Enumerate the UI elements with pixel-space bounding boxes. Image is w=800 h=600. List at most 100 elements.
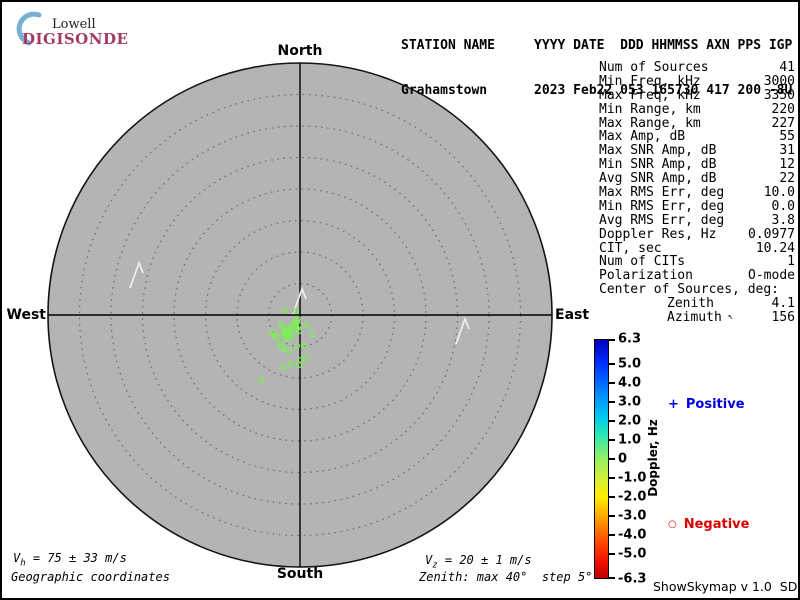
colorbar-tick — [609, 400, 615, 403]
parameter-label: Doppler Res, Hz — [599, 226, 717, 242]
parameter-row: Max Freq, kHz 3350 — [599, 87, 795, 103]
colorbar-tick-label: -3.0 — [618, 508, 647, 524]
parameter-row: Avg SNR Amp, dB 22 — [599, 172, 795, 186]
parameter-label: Zenith — [667, 296, 714, 312]
colorbar-tick-label: 2.0 — [618, 413, 642, 429]
parameter-value: 1 — [787, 254, 795, 270]
parameter-row: Doppler Res, Hz 0.0977 — [599, 226, 795, 242]
parameter-value: 10.0 — [763, 185, 795, 201]
parameter-label: CIT, sec — [599, 240, 662, 256]
colorbar-tick-label: -5.0 — [618, 546, 647, 562]
parameter-label: Azimuth — [667, 310, 722, 326]
colorbar-tick — [609, 438, 615, 441]
parameter-row: Min Range, km 220 — [599, 101, 795, 117]
compass-label-south: South — [276, 566, 324, 582]
parameter-value: 22 — [779, 171, 795, 187]
colorbar-tick-label: 5.0 — [618, 356, 642, 372]
parameter-label: Max Range, km — [599, 115, 701, 131]
colorbar-tick-label: -6.3 — [618, 571, 647, 587]
parameter-value: 55 — [779, 129, 795, 145]
vertical-velocity-readout: Vz = 20 ± 1 m/s — [425, 553, 532, 570]
parameter-value: 12 — [779, 157, 795, 173]
colorbar-tick — [609, 553, 615, 556]
parameter-row: Num of Sources 41 — [599, 61, 795, 75]
positive-label: Positive — [685, 397, 745, 412]
positive-doppler-legend: + Positive — [668, 397, 745, 412]
colorbar-gradient — [594, 339, 609, 579]
colorbar-tick — [609, 477, 615, 480]
parameter-value: 156 — [771, 310, 795, 326]
parameter-label: Num of Sources — [599, 60, 709, 75]
zenith-range-note: Zenith: max 40° step 5° — [419, 570, 593, 584]
parameter-label: Center of Sources, deg: — [599, 282, 780, 298]
vz-value: = 20 ± 1 m/s — [437, 553, 532, 567]
colorbar-tick — [609, 577, 615, 579]
colorbar-tick — [609, 339, 615, 341]
colorbar-tick-label: 1.0 — [618, 432, 642, 448]
parameter-row: Zenith 4.1 — [599, 297, 795, 311]
parameter-row: CIT, sec 10.24 — [599, 240, 795, 256]
version-text: ShowSkymap v 1.0 SD v 5.1 — [653, 579, 798, 594]
colorbar-tick-label: -2.0 — [618, 489, 647, 505]
parameter-label: Max Freq, kHz — [599, 87, 701, 103]
parameter-row: Min RMS Err, deg 0.0 — [599, 200, 795, 214]
colorbar-tick — [609, 419, 615, 422]
parameter-row: Center of Sources, deg: — [599, 283, 795, 297]
parameter-row: Min Freq, kHz 3000 — [599, 73, 795, 89]
compass-label-north: North — [277, 43, 323, 59]
parameter-label: Min Freq, kHz — [599, 73, 701, 89]
parameter-row: Max RMS Err, deg 10.0 — [599, 186, 795, 200]
parameter-panel: Num of Sources 41 Min Freq, kHz 3000 Max Fre… — [599, 61, 795, 325]
parameter-label: Min SNR Amp, dB — [599, 157, 717, 173]
parameter-value: 3000 — [763, 73, 795, 89]
parameter-label: Max Amp, dB — [599, 129, 686, 145]
circle-marker-icon: ○ — [668, 519, 677, 530]
plus-marker-icon: + — [668, 397, 679, 412]
parameter-value: 3.8 — [771, 212, 795, 228]
colorbar-axis-label: Doppler, Hz — [646, 419, 660, 497]
colorbar-tick — [609, 496, 615, 499]
parameter-value: 0.0 — [771, 198, 795, 214]
colorbar-tick-label: -1.0 — [618, 470, 647, 486]
colorbar-tick-label: 4.0 — [618, 375, 642, 391]
parameter-value: 220 — [771, 101, 795, 117]
parameter-row: Max Range, km 227 — [599, 115, 795, 131]
negative-label: Negative — [683, 517, 750, 532]
parameter-label: Avg SNR Amp, dB — [599, 171, 717, 187]
colorbar-tick-label: 0 — [618, 451, 628, 467]
parameter-value: 3350 — [763, 87, 795, 103]
parameter-row: Max Amp, dB 55 — [599, 130, 795, 144]
parameter-label: Min RMS Err, deg — [599, 198, 725, 214]
compass-label-east: East — [555, 307, 590, 323]
parameter-label: Max RMS Err, deg — [599, 185, 725, 201]
parameter-row: Azimuth ↖ 156 — [599, 311, 795, 325]
colorbar-tick-label: 3.0 — [618, 394, 642, 410]
parameter-row: Avg RMS Err, deg 3.8 — [599, 212, 795, 228]
parameter-value: 0.0977 — [748, 226, 795, 242]
vh-value: = 75 ± 33 m/s — [25, 551, 127, 565]
negative-doppler-legend: ○ Negative — [668, 517, 749, 532]
horizontal-velocity-readout: Vh = 75 ± 33 m/s — [13, 551, 127, 568]
azimuth-arrow-icon: ↖ — [727, 312, 734, 323]
showskymap-window: Lowell DIGISONDE STATION NAME YYYY DATE … — [0, 0, 800, 600]
parameter-label: Max SNR Amp, dB — [599, 143, 717, 159]
colorbar-tick — [609, 534, 615, 537]
colorbar-tick — [609, 381, 615, 384]
parameter-value: 41 — [779, 60, 795, 75]
lowell-digisonde-logo: Lowell DIGISONDE — [10, 8, 170, 50]
parameter-value: O-mode — [748, 268, 795, 284]
station-header-labels: STATION NAME YYYY DATE DDD HHMMSS AXN PP… — [401, 38, 793, 53]
colorbar-tick-label: 6.3 — [618, 331, 642, 347]
parameter-value: 31 — [779, 143, 795, 159]
coordinate-system-note: Geographic coordinates — [11, 570, 170, 584]
parameter-value: 4.1 — [771, 296, 795, 312]
parameter-label: Polarization — [599, 268, 693, 284]
colorbar-tick — [609, 362, 615, 365]
parameter-label: Avg RMS Err, deg — [599, 212, 725, 228]
parameter-label: Min Range, km — [599, 101, 701, 117]
doppler-colorbar: 6.3 5.0 4.0 3.0 2.0 1.0 0 -1.0 -2.0 -3.0 -4.0 -5.0 -… — [594, 332, 646, 587]
logo-digisonde-text: DIGISONDE — [22, 30, 129, 48]
parameter-value: 227 — [771, 115, 795, 131]
parameter-value: 10.24 — [755, 240, 795, 256]
parameter-row: Min SNR Amp, dB 12 — [599, 158, 795, 172]
